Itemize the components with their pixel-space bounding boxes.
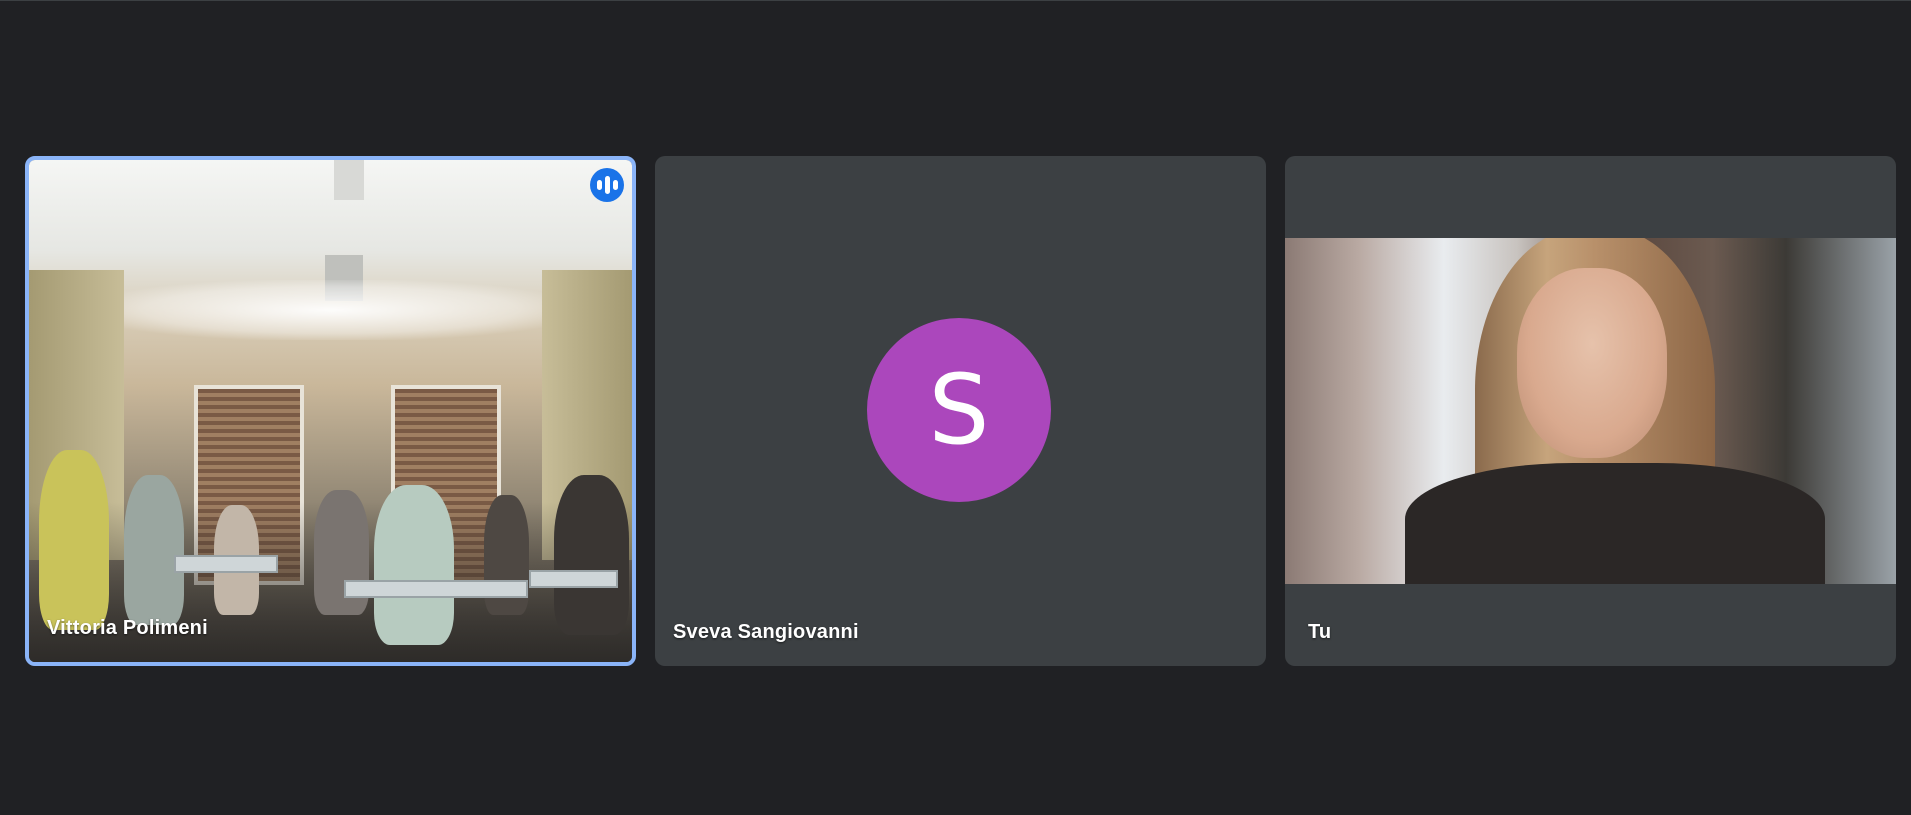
participant-tile-self[interactable]: Tu bbox=[1285, 156, 1896, 666]
self-video-face bbox=[1517, 268, 1667, 458]
self-video-shirt bbox=[1405, 463, 1825, 584]
top-divider bbox=[0, 0, 1911, 1]
self-video bbox=[1285, 238, 1896, 584]
student bbox=[124, 475, 184, 625]
ceiling-light bbox=[89, 280, 572, 340]
desk bbox=[344, 580, 528, 598]
participant-video bbox=[29, 160, 632, 662]
desk bbox=[529, 570, 618, 588]
participant-name: Sveva Sangiovanni bbox=[673, 621, 859, 643]
ceiling-fixture bbox=[334, 160, 364, 200]
participant-name: Vittoria Polimeni bbox=[47, 617, 208, 639]
meeting-stage: Vittoria Polimeni S Sveva Sangiovanni Tu bbox=[0, 0, 1911, 815]
participant-tile-vittoria[interactable]: Vittoria Polimeni bbox=[25, 156, 636, 666]
speaking-indicator-icon bbox=[590, 168, 624, 202]
avatar-initial: S bbox=[928, 354, 990, 466]
desk bbox=[174, 555, 278, 573]
participant-name: Tu bbox=[1308, 621, 1332, 643]
participant-tile-sveva[interactable]: S Sveva Sangiovanni bbox=[655, 156, 1266, 666]
student bbox=[554, 475, 629, 635]
avatar: S bbox=[867, 318, 1051, 502]
student bbox=[374, 485, 454, 645]
student bbox=[39, 450, 109, 630]
